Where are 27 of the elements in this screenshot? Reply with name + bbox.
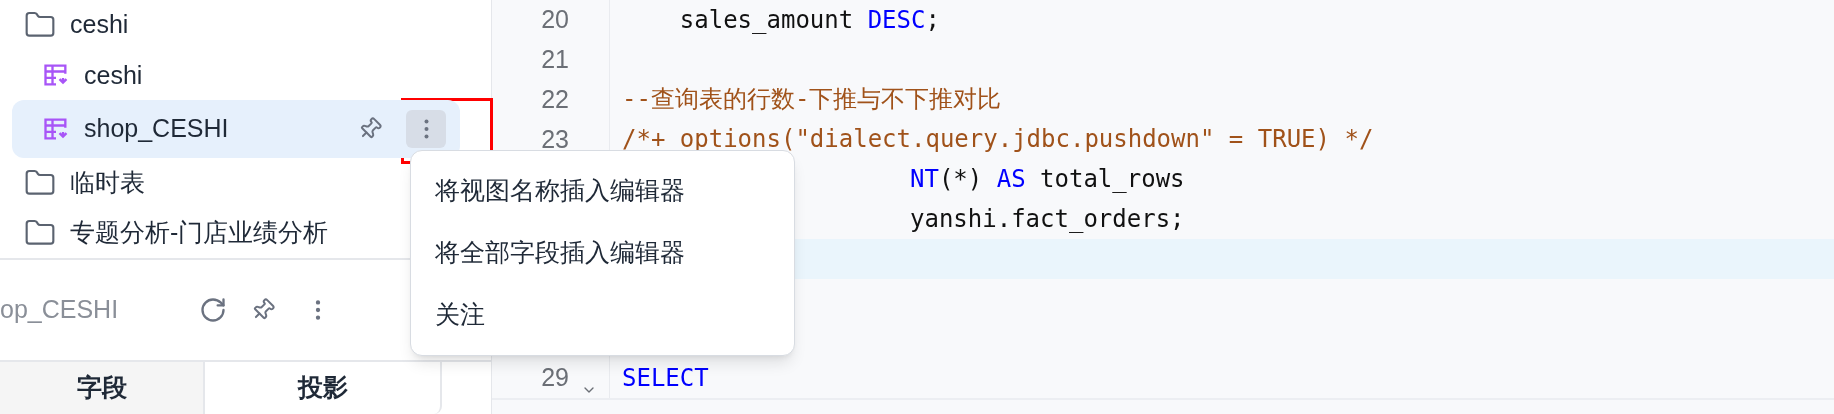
more-icon: [423, 119, 429, 139]
line-number: 22: [541, 83, 569, 115]
line-number: 23: [541, 123, 569, 155]
panel-tab[interactable]: 投影: [203, 362, 442, 414]
menu-item[interactable]: 将全部字段插入编辑器: [411, 222, 794, 284]
tree-item-label: 临时表: [70, 167, 145, 198]
code-line: NT(*) AS total_rows: [910, 164, 1185, 196]
tree-item-label: shop_CESHI: [84, 113, 229, 145]
tree-item[interactable]: ceshi: [12, 0, 479, 51]
code-line: --查询表的行数-下推与不下推对比: [622, 84, 1002, 116]
tree-item[interactable]: ceshi: [12, 50, 479, 101]
details-title: op_CESHI: [0, 294, 119, 326]
code-line: yanshi.fact_orders;: [910, 203, 1185, 235]
tree-item-label: ceshi: [84, 59, 143, 91]
tree-item[interactable]: shop_CESHI: [12, 100, 460, 158]
line-number: 21: [541, 43, 569, 75]
code-line: /*+ options("dialect.query.jdbc.pushdown" = TRUE) */: [622, 124, 1374, 156]
tree-item-label: ceshi: [70, 9, 129, 41]
line-number: 20: [541, 4, 569, 36]
refresh-icon[interactable]: [199, 296, 227, 324]
menu-item[interactable]: 关注: [411, 284, 794, 346]
panel-tab[interactable]: 字段: [0, 362, 203, 414]
code-line: sales_amount DESC;: [678, 4, 940, 36]
line-number: 29: [541, 362, 569, 394]
menu-item[interactable]: 将视图名称插入编辑器: [411, 160, 794, 222]
tree-item-label: 专题分析-门店业绩分析: [70, 217, 329, 249]
code-line: SELECT: [622, 363, 709, 395]
